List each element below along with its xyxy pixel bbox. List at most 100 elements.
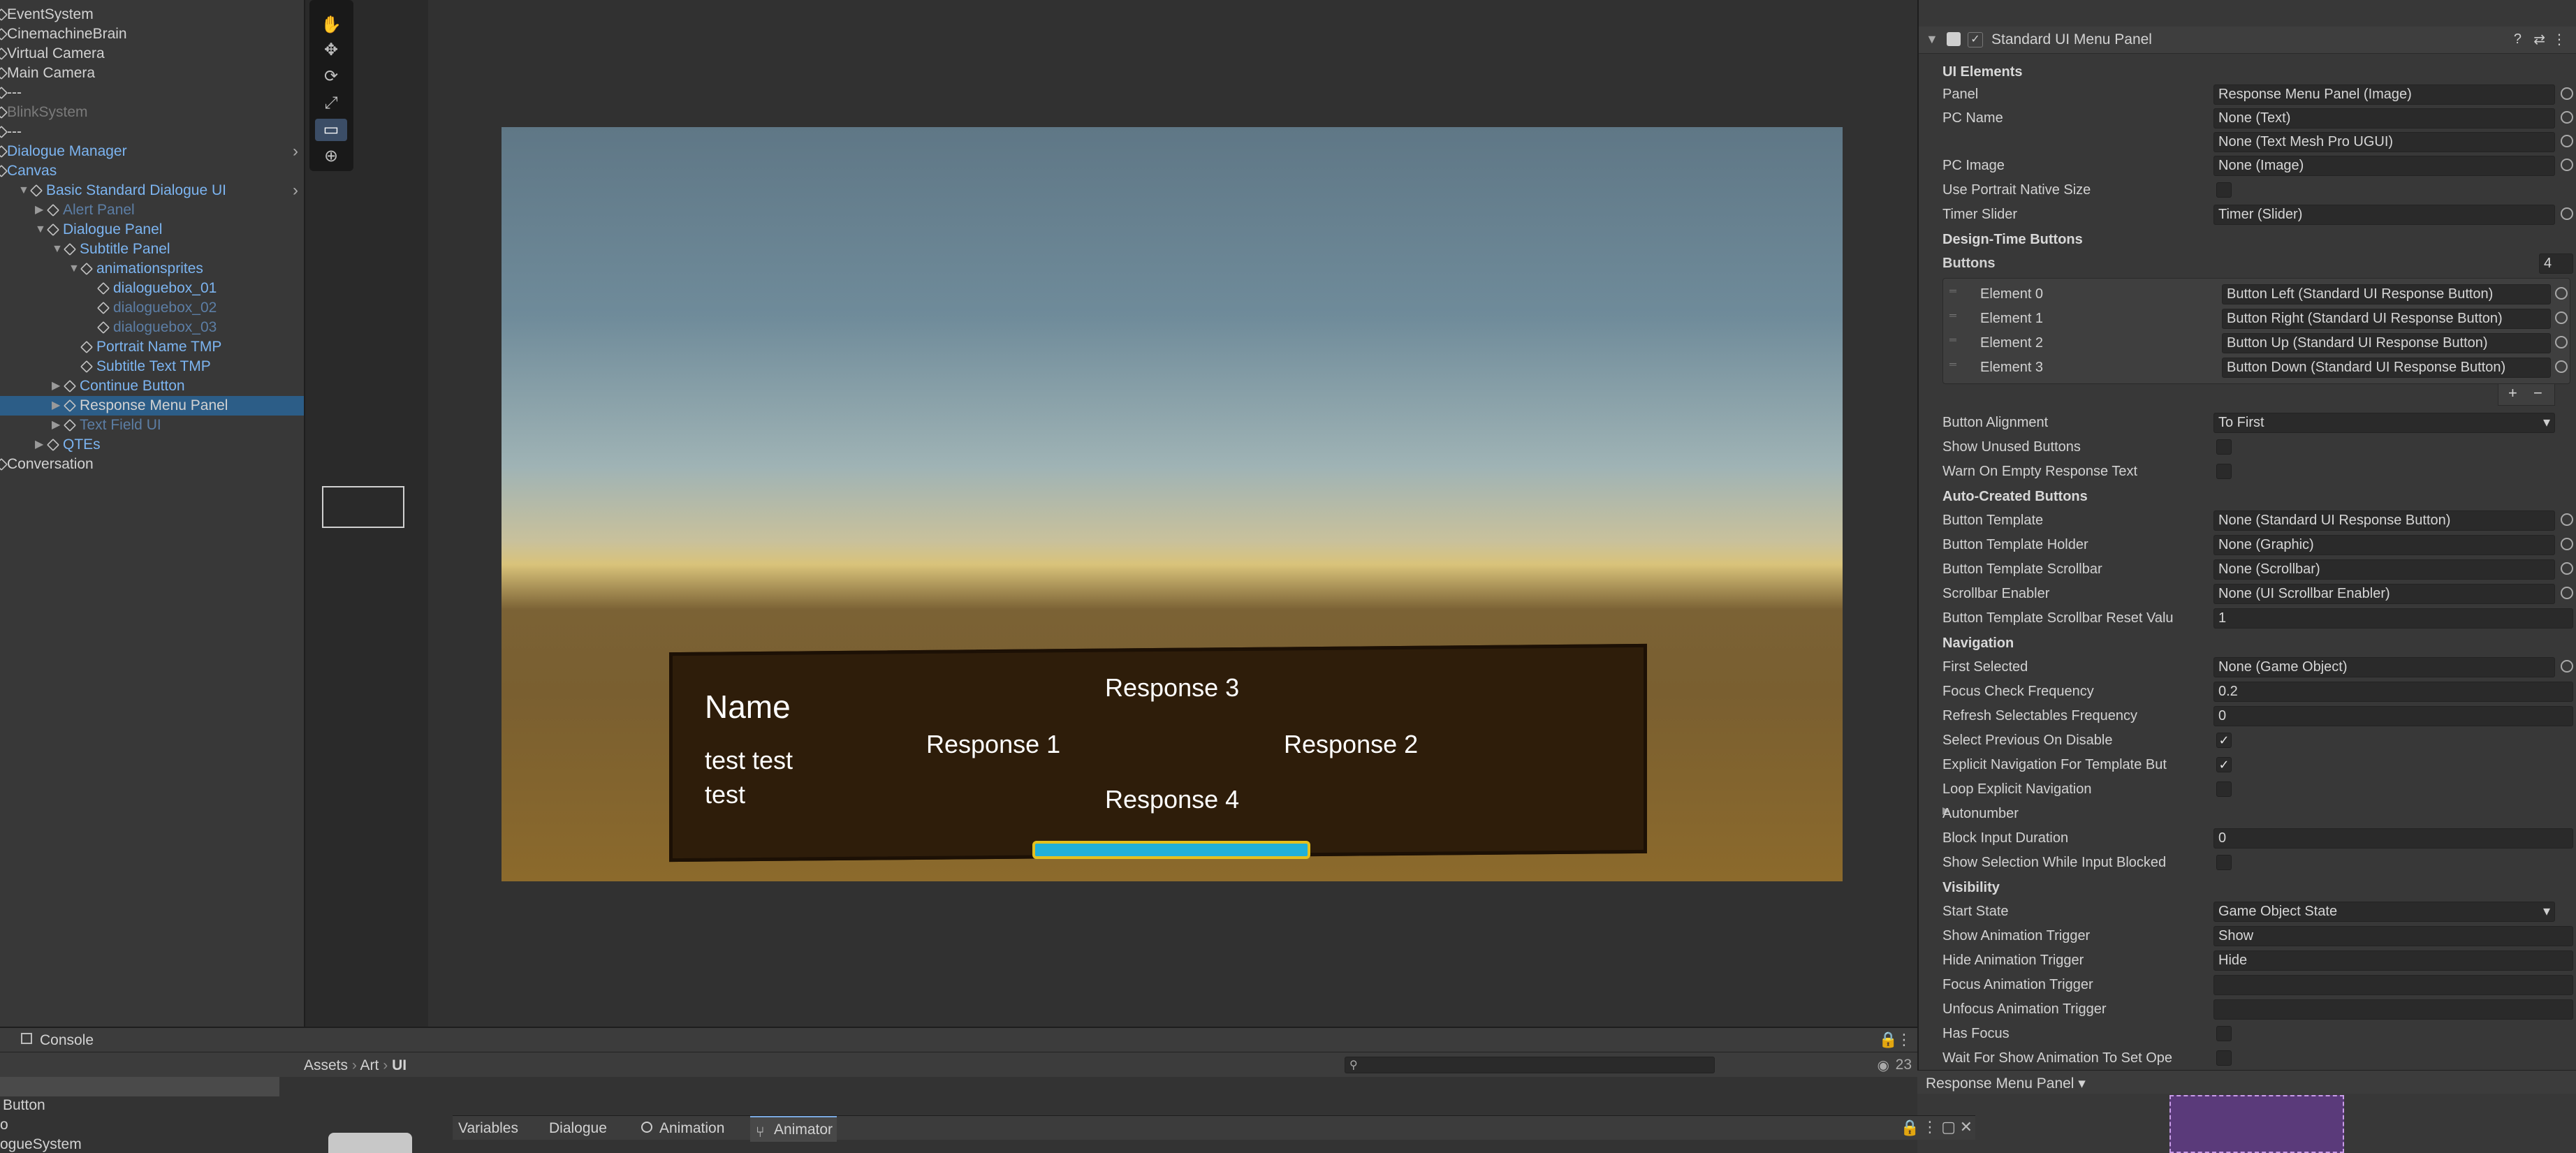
preview-label[interactable]: Response Menu Panel ▾ — [1926, 1075, 2086, 1092]
breadcrumb-assets[interactable]: Assets — [304, 1057, 348, 1073]
object-picker-icon[interactable] — [2555, 336, 2568, 348]
checkbox[interactable] — [2216, 855, 2232, 870]
object-picker-icon[interactable] — [2561, 660, 2573, 673]
response-button-up[interactable]: Response 3 — [1105, 673, 1239, 703]
dropdown-field[interactable]: To First — [2213, 413, 2555, 433]
eye-icon[interactable]: ◉ — [1878, 1057, 1889, 1074]
object-picker-icon[interactable] — [2555, 287, 2568, 300]
text-field[interactable] — [2213, 999, 2573, 1020]
hierarchy-item[interactable]: dialoguebox_03 — [0, 318, 304, 337]
object-picker-icon[interactable] — [2561, 562, 2573, 575]
hierarchy-item[interactable]: ▼ Dialogue Panel — [0, 220, 304, 240]
transform-tool-icon[interactable]: ⊕ — [315, 145, 347, 168]
text-field[interactable]: 0 — [2213, 706, 2573, 726]
text-field[interactable]: 1 — [2213, 608, 2573, 629]
text-field[interactable]: Hide — [2213, 950, 2573, 971]
foldout-arrow-icon[interactable]: ▶ — [52, 376, 60, 396]
remove-element-button[interactable]: − — [2533, 384, 2542, 402]
text-field[interactable] — [2213, 975, 2573, 995]
response-button-left[interactable]: Response 1 — [926, 730, 1060, 759]
expand-icon[interactable]: › — [293, 142, 298, 161]
more-icon[interactable]: ⋮ — [1922, 1118, 1938, 1136]
hierarchy-item[interactable]: Canvas — [0, 161, 304, 181]
object-field[interactable]: None (Scrollbar) — [2213, 559, 2555, 580]
checkbox[interactable] — [2216, 1026, 2232, 1041]
checkbox[interactable] — [2216, 439, 2232, 455]
text-field[interactable]: Show — [2213, 926, 2573, 946]
hierarchy-item[interactable]: ▼ animationsprites — [0, 259, 304, 279]
object-field[interactable]: Button Down (Standard UI Response Button… — [2222, 358, 2551, 378]
checkbox[interactable]: ✓ — [2216, 757, 2232, 772]
hierarchy-item[interactable]: Conversation — [0, 455, 304, 474]
hierarchy-item[interactable]: ▶ QTEs — [0, 435, 304, 455]
checkbox[interactable] — [2216, 781, 2232, 797]
object-picker-icon[interactable] — [2561, 135, 2573, 147]
rotate-tool-icon[interactable]: ⟳ — [315, 66, 347, 88]
help-icon[interactable]: ? — [2514, 31, 2522, 47]
text-field[interactable]: 0.2 — [2213, 682, 2573, 702]
response-button-right[interactable]: Response 2 — [1284, 730, 1418, 759]
foldout-arrow-icon[interactable]: ▼ — [18, 181, 29, 200]
object-field[interactable]: None (Standard UI Response Button) — [2213, 511, 2555, 531]
preset-icon[interactable]: ⇄ — [2533, 31, 2545, 48]
foldout-arrow-icon[interactable]: ▶ — [35, 435, 43, 455]
hierarchy-item[interactable]: Dialogue Manager — [0, 142, 304, 161]
foldout-arrow-icon[interactable]: ▼ — [35, 220, 46, 240]
tab-animation[interactable]: Animation — [636, 1116, 729, 1140]
text-field[interactable]: 0 — [2213, 828, 2573, 849]
object-picker-icon[interactable] — [2555, 311, 2568, 324]
hierarchy-item[interactable]: CinemachineBrain — [0, 24, 304, 44]
drag-handle-icon[interactable]: ═ — [1949, 285, 1956, 296]
tab-variables[interactable]: Variables — [454, 1116, 522, 1140]
array-size-field[interactable]: 4 — [2539, 254, 2573, 274]
expand-icon[interactable]: › — [293, 181, 298, 200]
hierarchy-item[interactable]: ▶ Alert Panel — [0, 200, 304, 220]
hierarchy-item[interactable]: dialoguebox_02 — [0, 298, 304, 318]
hierarchy-item[interactable]: dialoguebox_01 — [0, 279, 304, 298]
breadcrumb-art[interactable]: Art — [360, 1057, 379, 1073]
hierarchy-item[interactable]: ▼ Subtitle Panel — [0, 240, 304, 259]
checkbox[interactable] — [2216, 1050, 2232, 1066]
object-picker-icon[interactable] — [2561, 111, 2573, 124]
object-picker-icon[interactable] — [2561, 87, 2573, 100]
object-field[interactable]: Button Left (Standard UI Response Button… — [2222, 284, 2551, 304]
hierarchy-item[interactable]: --- — [0, 83, 304, 103]
component-header[interactable]: ▼ ✓ Standard UI Menu Panel ? ⇄ ⋮ — [1919, 27, 2576, 54]
hand-tool-icon[interactable]: ✋ — [315, 14, 347, 36]
foldout-arrow-icon[interactable]: ▼ — [68, 259, 80, 279]
hierarchy-item[interactable]: ▶ Response Menu Panel — [0, 396, 304, 416]
project-search-input[interactable]: ⚲ — [1345, 1057, 1715, 1073]
object-picker-icon[interactable] — [2561, 159, 2573, 171]
scale-tool-icon[interactable]: ⤢ — [315, 92, 347, 115]
move-tool-icon[interactable]: ✥ — [315, 39, 347, 61]
project-tree-item[interactable]: Button — [3, 1097, 45, 1114]
object-picker-icon[interactable] — [2555, 360, 2568, 373]
object-field[interactable]: Response Menu Panel (Image) — [2213, 85, 2555, 105]
dropdown-field[interactable]: Game Object State — [2213, 902, 2555, 922]
rect-gizmo[interactable] — [322, 486, 404, 528]
object-picker-icon[interactable] — [2561, 538, 2573, 550]
object-field[interactable]: None (Text) — [2213, 108, 2555, 128]
object-field[interactable]: None (Text Mesh Pro UGUI) — [2213, 132, 2555, 152]
more-icon[interactable]: ⋮ — [2552, 31, 2566, 48]
foldout-arrow-icon[interactable]: ▼ — [1926, 32, 1938, 47]
foldout-arrow-icon[interactable]: ▶ — [35, 200, 43, 220]
list-item[interactable]: ═ Element 3 Button Down (Standard UI Respo… — [1942, 355, 2576, 379]
hierarchy-item[interactable]: Subtitle Text TMP — [0, 357, 304, 376]
hierarchy-item[interactable]: EventSystem — [0, 5, 304, 24]
object-field[interactable]: None (Image) — [2213, 156, 2555, 176]
drag-handle-icon[interactable]: ═ — [1949, 358, 1956, 369]
hierarchy-item[interactable]: ▼ Basic Standard Dialogue UI — [0, 181, 304, 200]
project-tree-item[interactable]: o — [0, 1117, 8, 1133]
object-field[interactable]: None (UI Scrollbar Enabler) — [2213, 584, 2555, 604]
checkbox[interactable] — [2216, 464, 2232, 479]
hierarchy-item[interactable]: --- — [0, 122, 304, 142]
hierarchy-item[interactable]: ▶ Continue Button — [0, 376, 304, 396]
rect-tool-icon[interactable]: ▭ — [315, 119, 347, 141]
object-picker-icon[interactable] — [2561, 207, 2573, 220]
object-picker-icon[interactable] — [2561, 587, 2573, 599]
hierarchy-item[interactable]: Portrait Name TMP — [0, 337, 304, 357]
foldout-arrow-icon[interactable]: ▼ — [52, 240, 63, 259]
hierarchy-item[interactable]: BlinkSystem — [0, 103, 304, 122]
folder-icon[interactable] — [328, 1133, 412, 1153]
